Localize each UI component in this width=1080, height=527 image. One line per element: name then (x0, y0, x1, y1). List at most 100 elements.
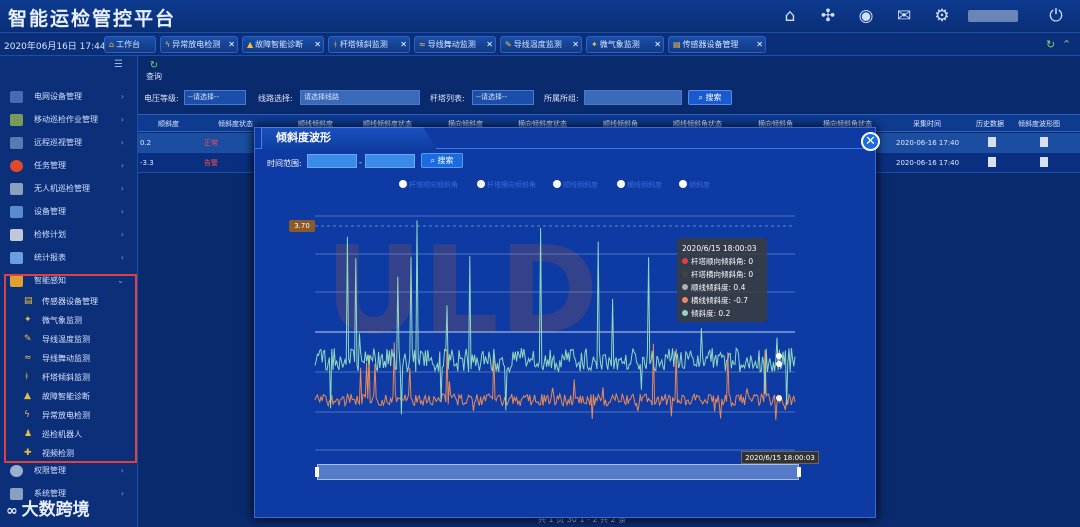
globe-icon[interactable]: ◉ (856, 6, 876, 26)
chevron-right-icon: › (120, 207, 124, 216)
tab-label: 故障智能诊断 (255, 40, 304, 49)
legend-dot[interactable] (399, 180, 407, 188)
highlight-box (4, 274, 137, 463)
legend-dot[interactable] (679, 180, 687, 188)
search-label: 搜索 (437, 156, 454, 165)
location-input[interactable] (584, 90, 682, 105)
tab-temperature[interactable]: ✎ 导线温度监测 ✕ (500, 36, 582, 53)
watermark-logo: ∞ 大数跨境 (0, 495, 150, 523)
watermark-text: 大数跨境 (21, 500, 90, 520)
search-button[interactable]: ⌕ 搜索 (688, 90, 732, 105)
drone-icon (10, 183, 23, 195)
waveform-icon[interactable] (1040, 137, 1048, 147)
close-button[interactable]: ✕ (861, 132, 880, 151)
column-header[interactable]: 采集时间 (913, 119, 941, 129)
close-icon[interactable]: ✕ (400, 37, 407, 52)
close-icon[interactable]: ✕ (486, 37, 493, 52)
column-header: 倾斜度波形图 (1018, 120, 1060, 128)
tab-gallop[interactable]: ≈ 导线舞动监测 ✕ (414, 36, 496, 53)
settings-icon[interactable]: ⚙ (932, 6, 952, 26)
sidebar-item-grid-equipment[interactable]: 电网设备管理 › (0, 86, 138, 108)
permission-icon (10, 465, 23, 477)
point-marker (776, 395, 782, 401)
sidebar-item-label: 任务管理 (34, 161, 66, 170)
sidebar-item-label: 远程巡视管理 (34, 138, 82, 147)
home-icon[interactable]: ⌂ (780, 6, 800, 26)
y-axis-pointer-label: 3.70 (289, 220, 315, 232)
refresh-icon[interactable]: ↻ (1046, 38, 1055, 51)
tab-sensor[interactable]: ▤ 传感器设备管理 ✕ (668, 36, 766, 53)
query-button[interactable]: ↻ 查询 (146, 60, 162, 82)
tooltip-dot (682, 271, 688, 277)
top-bar: 智能运检管控平台 ⌂ ✣ ◉ ✉ ⚙ ⏻ (0, 0, 1080, 32)
current-datetime: 2020年06月16日 17:44:58 (4, 42, 121, 52)
close-icon[interactable]: ✕ (314, 37, 321, 52)
start-time-input[interactable] (307, 154, 357, 168)
menu-toggle-icon[interactable]: ☰ (114, 59, 123, 70)
sidebar-item-drone[interactable]: 无人机巡检管理 › (0, 178, 138, 200)
time-range-label: 时间范围: (267, 159, 302, 168)
mail-icon[interactable]: ✉ (894, 6, 914, 26)
sidebar-item-maintenance[interactable]: 检修计划 › (0, 224, 138, 246)
close-icon[interactable]: ✕ (654, 37, 661, 52)
tab-label: 杆塔倾斜监测 (339, 40, 388, 49)
tab-workbench[interactable]: ⌂ 工作台 (104, 36, 156, 53)
legend-label[interactable]: 杆塔横向倾斜角 (487, 180, 536, 190)
monitor-icon (10, 137, 23, 149)
waveform-chart[interactable]: ULD (255, 192, 875, 492)
legend-dot[interactable] (617, 180, 625, 188)
tower-icon: ᚼ (333, 40, 338, 49)
chart-legend: 杆塔顺向倾斜角 杆塔横向倾斜角 顺线倾斜度 横线倾斜度 倾斜度 (395, 180, 715, 190)
history-icon[interactable] (988, 137, 996, 147)
tab-tower[interactable]: ᚼ 杆塔倾斜监测 ✕ (328, 36, 410, 53)
line-input[interactable]: 请选择线路 (300, 90, 420, 105)
slider-handle-right[interactable] (797, 467, 801, 477)
chevron-right-icon: › (120, 92, 124, 101)
legend-dot[interactable] (477, 180, 485, 188)
close-icon[interactable]: ✕ (756, 37, 763, 52)
sidebar-item-label: 无人机巡检管理 (34, 184, 90, 193)
sidebar-item-reports[interactable]: 统计报表 › (0, 247, 138, 269)
report-icon (10, 252, 23, 264)
close-icon[interactable]: ✕ (572, 37, 579, 52)
sidebar-item-mobile-inspection[interactable]: 移动巡检作业管理 › (0, 109, 138, 131)
sidebar-item-devices[interactable]: 设备管理 › (0, 201, 138, 223)
sidebar-item-remote-patrol[interactable]: 远程巡视管理 › (0, 132, 138, 154)
voltage-select[interactable]: --请选择-- (184, 90, 246, 105)
line-label: 线路选择: (258, 94, 293, 103)
tab-label: 工作台 (116, 40, 141, 49)
tab-label: 导线温度监测 (513, 40, 562, 49)
dialog-search-button[interactable]: ⌕ 搜索 (421, 153, 463, 168)
waveform-icon[interactable] (1040, 157, 1048, 167)
legend-dot[interactable] (553, 180, 561, 188)
sidebar-item-tasks[interactable]: 任务管理 › (0, 155, 138, 177)
sidebar-item-label: 权限管理 (34, 466, 66, 475)
history-icon[interactable] (988, 157, 996, 167)
user-name-blurred[interactable] (968, 10, 1018, 22)
end-time-input[interactable] (365, 154, 415, 168)
chevron-right-icon: › (120, 138, 124, 147)
power-icon[interactable]: ⏻ (1046, 6, 1066, 26)
close-icon[interactable]: ✕ (228, 37, 235, 52)
tab-fault[interactable]: ▲ 故障智能诊断 ✕ (242, 36, 324, 53)
sidebar-item-label: 统计报表 (34, 253, 66, 262)
sidebar-item-permissions[interactable]: 权限管理 › (0, 460, 138, 482)
legend-label[interactable]: 横线倾斜度 (627, 180, 662, 190)
column-header: 历史数据 (976, 120, 1004, 128)
tab-discharge[interactable]: ϟ 异常放电检测 ✕ (160, 36, 238, 53)
network-icon[interactable]: ✣ (818, 6, 838, 26)
tooltip-label: 横线倾斜度: -0.7 (691, 296, 749, 305)
legend-label[interactable]: 倾斜度 (689, 180, 710, 190)
sidebar-item-label: 移动巡检作业管理 (34, 115, 98, 124)
legend-label[interactable]: 顺线倾斜度 (563, 180, 598, 190)
chevron-right-icon: › (120, 161, 124, 170)
collapse-icon[interactable]: ⌃ (1062, 38, 1071, 51)
sensor-icon: ▤ (673, 40, 681, 49)
tab-weather[interactable]: ✦ 微气象监测 ✕ (586, 36, 664, 53)
data-zoom-slider[interactable] (315, 464, 801, 480)
refresh-icon: ↻ (149, 60, 159, 71)
legend-label[interactable]: 杆塔顺向倾斜角 (409, 180, 458, 190)
slider-handle-left[interactable] (315, 467, 319, 477)
tower-select[interactable]: --请选择-- (472, 90, 534, 105)
chevron-right-icon: › (120, 230, 124, 239)
